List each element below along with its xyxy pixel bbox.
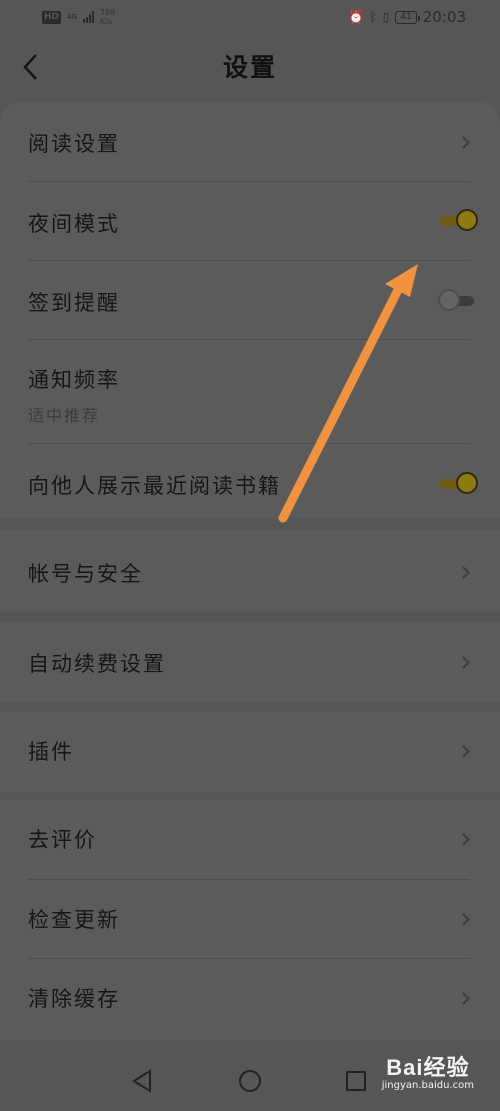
settings-card-renewal: 自动续费设置 bbox=[0, 622, 500, 702]
settings-card-misc: 去评价 检查更新 清除缓存 bbox=[0, 800, 500, 1040]
status-bar: HD 4G 788 K/s ⏰ ᛒ ▯ 41 20:03 bbox=[0, 0, 500, 34]
row-checkin-reminder[interactable]: 签到提醒 bbox=[0, 261, 500, 340]
chevron-right-icon bbox=[457, 913, 470, 926]
chevron-right-icon bbox=[457, 566, 470, 579]
row-reading-settings[interactable]: 阅读设置 bbox=[0, 102, 500, 182]
chevron-right-icon bbox=[457, 745, 470, 758]
status-right: ⏰ ᛒ ▯ 41 20:03 bbox=[349, 8, 466, 26]
watermark-logo: Bai经验 jingyan.baidu.com bbox=[382, 1056, 474, 1092]
settings-card-account: 帐号与安全 bbox=[0, 530, 500, 612]
row-label: 检查更新 bbox=[28, 908, 120, 932]
toggle-knob bbox=[438, 289, 460, 311]
alarm-icon: ⏰ bbox=[348, 10, 364, 24]
watermark-main: Bai经验 bbox=[386, 1055, 470, 1080]
chevron-right-icon bbox=[457, 136, 470, 149]
row-clear-cache[interactable]: 清除缓存 bbox=[0, 959, 500, 1040]
chevron-right-icon bbox=[457, 833, 470, 846]
row-label: 去评价 bbox=[28, 828, 97, 852]
night-mode-toggle[interactable] bbox=[440, 208, 478, 234]
checkin-reminder-toggle[interactable] bbox=[438, 288, 478, 314]
header: 设置 bbox=[0, 34, 500, 104]
row-notification-frequency[interactable]: 通知频率 适中推荐 bbox=[0, 340, 500, 443]
row-label: 通知频率 bbox=[28, 368, 120, 392]
settings-card-general: 阅读设置 夜间模式 签到提醒 通知频率 适中推荐 向他人展示最近阅读书籍 bbox=[0, 102, 500, 518]
settings-card-plugins: 插件 bbox=[0, 712, 500, 792]
row-label: 向他人展示最近阅读书籍 bbox=[28, 474, 281, 498]
nav-recents-icon[interactable] bbox=[343, 1068, 369, 1094]
hd-badge: HD bbox=[42, 10, 62, 24]
show-recent-books-toggle[interactable] bbox=[440, 471, 478, 497]
row-label: 自动续费设置 bbox=[28, 652, 166, 676]
page-title: 设置 bbox=[222, 53, 277, 82]
status-left: HD 4G 788 K/s bbox=[42, 8, 115, 26]
row-label: 帐号与安全 bbox=[28, 562, 143, 586]
vibrate-icon: ▯ bbox=[382, 10, 390, 24]
row-label: 阅读设置 bbox=[28, 132, 120, 156]
network-speed: 788 K/s bbox=[100, 8, 115, 26]
network-type: 4G bbox=[67, 12, 77, 21]
row-sublabel: 适中推荐 bbox=[28, 406, 101, 425]
speed-unit: K/s bbox=[99, 17, 113, 26]
battery-icon: 41 bbox=[395, 10, 421, 24]
speed-value: 788 bbox=[99, 8, 116, 17]
nav-back-icon[interactable] bbox=[130, 1068, 156, 1094]
nav-home-icon[interactable] bbox=[237, 1068, 263, 1094]
row-show-recent-books[interactable]: 向他人展示最近阅读书籍 bbox=[0, 444, 500, 518]
toggle-knob bbox=[456, 209, 478, 231]
bluetooth-icon: ᛒ bbox=[369, 10, 377, 24]
row-rate-app[interactable]: 去评价 bbox=[0, 800, 500, 880]
row-label: 夜间模式 bbox=[28, 212, 120, 236]
signal-icon bbox=[82, 11, 94, 23]
row-night-mode[interactable]: 夜间模式 bbox=[0, 182, 500, 261]
row-auto-renewal[interactable]: 自动续费设置 bbox=[0, 622, 500, 702]
chevron-right-icon bbox=[457, 656, 470, 669]
chevron-right-icon bbox=[457, 992, 470, 1005]
row-label: 签到提醒 bbox=[28, 291, 120, 315]
toggle-knob bbox=[456, 472, 478, 494]
row-plugins[interactable]: 插件 bbox=[0, 712, 500, 792]
row-check-update[interactable]: 检查更新 bbox=[0, 880, 500, 959]
row-label: 清除缓存 bbox=[28, 987, 120, 1011]
clock: 20:03 bbox=[422, 8, 466, 26]
row-account-security[interactable]: 帐号与安全 bbox=[0, 530, 500, 612]
row-label: 插件 bbox=[28, 740, 74, 764]
watermark-sub: jingyan.baidu.com bbox=[381, 1080, 474, 1091]
